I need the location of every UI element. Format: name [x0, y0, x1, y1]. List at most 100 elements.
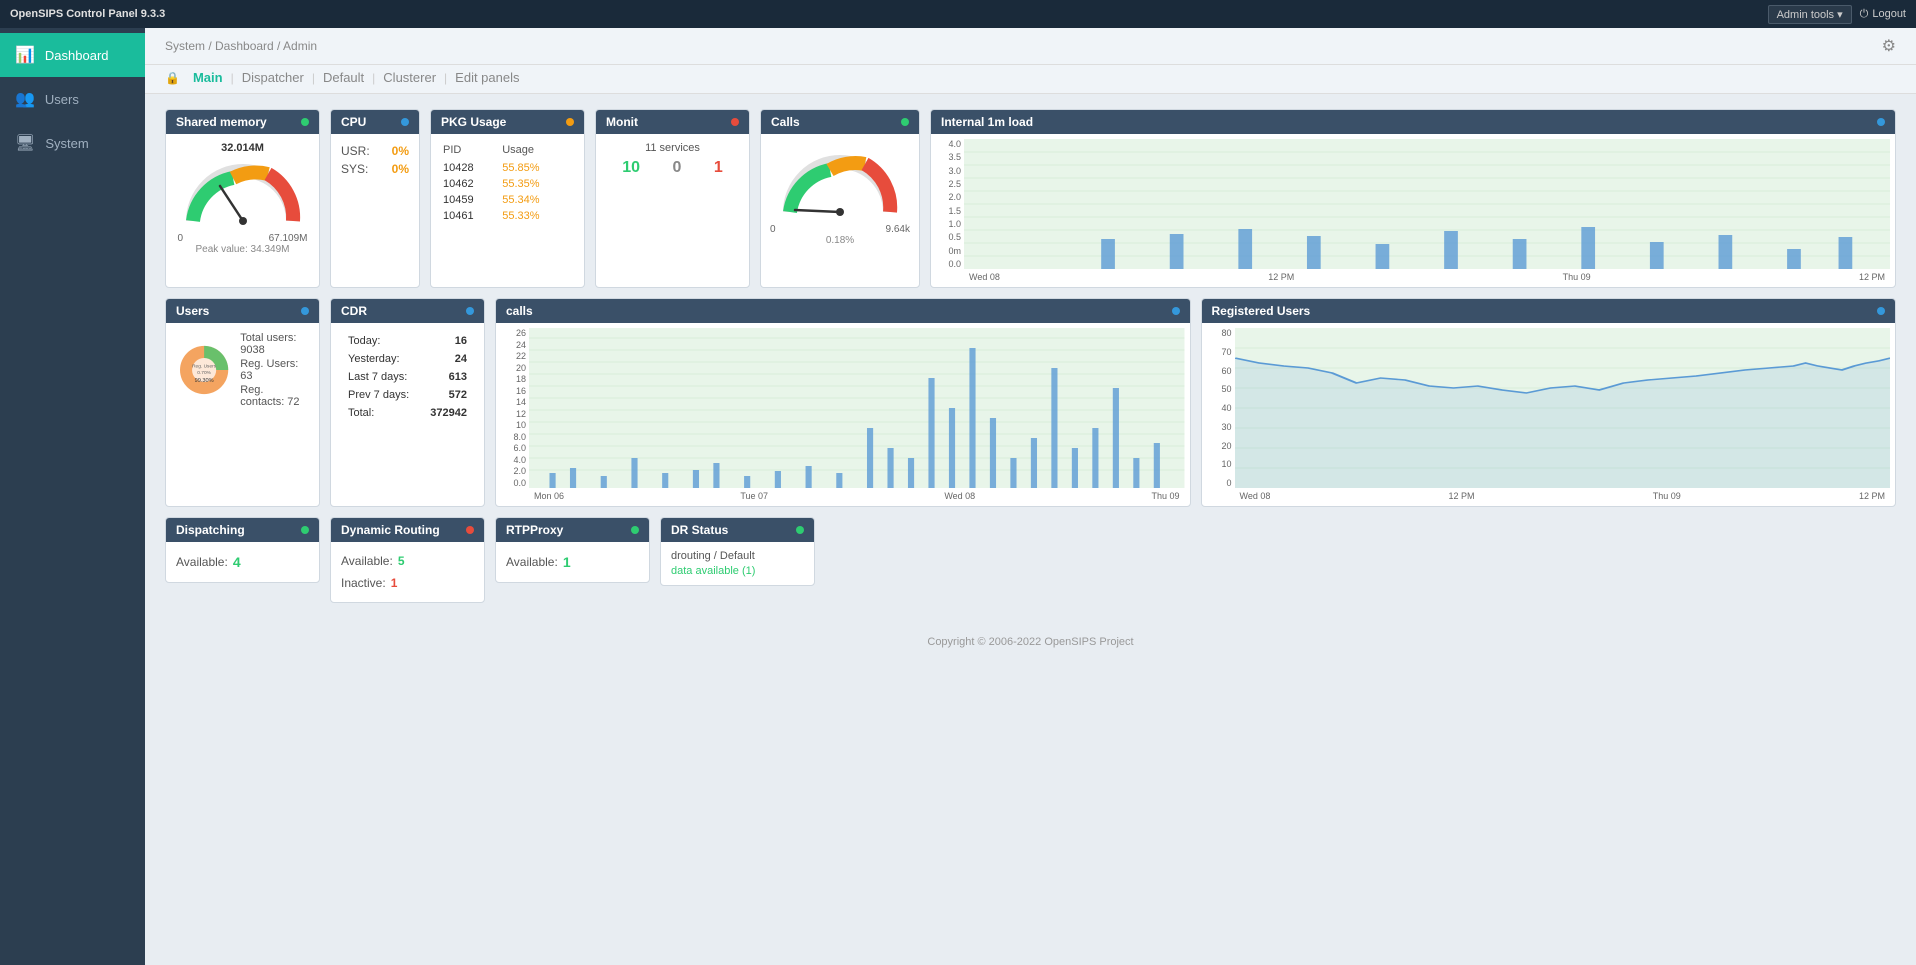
tab-clusterer[interactable]: Clusterer — [380, 70, 439, 85]
nav-tabs: 🔒 Main | Dispatcher | Default | Clustere… — [145, 65, 1916, 94]
cpu-sys-label: SYS: — [341, 162, 368, 176]
dispatching-header: Dispatching — [166, 518, 319, 542]
card-row-1: Shared memory 32.014M — [165, 109, 1896, 288]
pkg-usage-val: 55.85% — [502, 161, 572, 175]
cdr-value: 24 — [422, 351, 472, 367]
rtpproxy-available-label: Available: — [506, 555, 558, 569]
dispatching-available-val: 4 — [233, 554, 241, 570]
layout: 📊 Dashboard 👥 Users 🖥 System System / Da… — [0, 28, 1916, 965]
calls-status — [901, 118, 909, 126]
monit-header: Monit — [596, 110, 749, 134]
card-row-2: Users Reg. Users 0.70% — [165, 298, 1896, 507]
app-title: OpenSIPS Control Panel 9.3.3 — [10, 8, 165, 20]
cpu-title: CPU — [341, 115, 366, 129]
cdr-label: Prev 7 days: — [343, 387, 420, 403]
pkg-table: PID Usage 1042855.85%1046255.35%1045955.… — [441, 142, 574, 225]
users-header: Users — [166, 299, 319, 323]
dr-available-row: Available: 5 — [341, 550, 474, 572]
shared-memory-value: 32.014M — [221, 142, 264, 154]
sidebar-item-dashboard[interactable]: 📊 Dashboard — [0, 33, 145, 77]
cdr-label: Yesterday: — [343, 351, 420, 367]
reg-x-labels: Wed 08 12 PM Thu 09 12 PM — [1235, 491, 1891, 501]
footer: Copyright © 2006-2022 OpenSIPS Project — [145, 628, 1916, 656]
calls-chart-svg — [529, 328, 1185, 488]
monit-body: 11 services 10 0 1 — [596, 134, 749, 185]
admin-tools-button[interactable]: Admin tools ▾ — [1768, 5, 1852, 24]
gauge-svg — [178, 156, 308, 231]
tab-main[interactable]: Main — [190, 70, 226, 85]
dr-status-header: DR Status — [661, 518, 814, 542]
users-icon: 👥 — [15, 89, 35, 109]
cdr-row: Yesterday:24 — [343, 351, 472, 367]
rtpproxy-header: RTPProxy — [496, 518, 649, 542]
pkg-pid: 10461 — [443, 209, 500, 223]
pkg-usage-val: 55.33% — [502, 209, 572, 223]
tab-dispatcher[interactable]: Dispatcher — [239, 70, 307, 85]
load-chart-svg — [964, 139, 1890, 269]
gear-button[interactable]: ⚙ — [1882, 36, 1896, 56]
dynamic-routing-title: Dynamic Routing — [341, 523, 440, 537]
users-content: Reg. Users 0.70% 99.30% Total users: 903… — [176, 331, 309, 409]
shared-memory-title: Shared memory — [176, 115, 267, 129]
sidebar-item-system[interactable]: 🖥 System — [0, 121, 145, 165]
sidebar-item-users[interactable]: 👥 Users — [0, 77, 145, 121]
pkg-row: 1042855.85% — [443, 161, 572, 175]
cpu-body: USR: 0% SYS: 0% — [331, 134, 419, 186]
internal-load-status — [1877, 118, 1885, 126]
dashboard-icon: 📊 — [15, 45, 35, 65]
internal-load-card: Internal 1m load 4.0 3.5 3.0 2.5 2.0 1.5 — [930, 109, 1896, 288]
cdr-value: 372942 — [422, 405, 472, 421]
dr-data-available[interactable]: data available (1) — [671, 565, 804, 577]
pkg-header: PKG Usage — [431, 110, 584, 134]
dynamic-routing-body: Available: 5 Inactive: 1 — [331, 542, 484, 602]
cpu-usr-label: USR: — [341, 144, 370, 158]
calls-chart-content: 26 24 22 20 18 16 14 12 10 8.0 6.0 — [501, 328, 1185, 501]
load-y-labels: 4.0 3.5 3.0 2.5 2.0 1.5 1.0 0.5 0m 0.0 — [936, 139, 964, 269]
reg-y-labels: 80 70 60 50 40 30 20 10 0 — [1207, 328, 1235, 488]
monit-services: 11 services — [606, 142, 739, 154]
pkg-usage-val: 55.34% — [502, 193, 572, 207]
dynamic-routing-header: Dynamic Routing — [331, 518, 484, 542]
tab-edit-panels[interactable]: Edit panels — [452, 70, 522, 85]
sidebar-item-label: System — [45, 136, 88, 151]
tab-default[interactable]: Default — [320, 70, 367, 85]
cpu-card: CPU USR: 0% SYS: 0% — [330, 109, 420, 288]
dashboard-content: Shared memory 32.014M — [145, 94, 1916, 628]
calls-chart-title: calls — [506, 304, 533, 318]
logout-button[interactable]: ⏻ Logout — [1860, 8, 1906, 21]
gauge-peak: Peak value: 34.349M — [196, 244, 290, 255]
cdr-table: Today:16Yesterday:24Last 7 days:613Prev … — [341, 331, 474, 423]
registered-users-status — [1877, 307, 1885, 315]
monit-green-count: 10 — [622, 159, 640, 177]
cdr-body: Today:16Yesterday:24Last 7 days:613Prev … — [331, 323, 484, 431]
dr-status-card: DR Status drouting / Default data availa… — [660, 517, 815, 586]
pkg-row: 1045955.34% — [443, 193, 572, 207]
pkg-row: 1046155.33% — [443, 209, 572, 223]
topbar-right: Admin tools ▾ ⏻ Logout — [1768, 5, 1906, 24]
users-stats: Total users: 9038 Reg. Users: 63 Reg. co… — [240, 331, 309, 409]
calls-chart-header: calls — [496, 299, 1190, 323]
calls-chart-status — [1172, 307, 1180, 315]
dr-available-label: Available: — [341, 554, 393, 568]
reg-chart-wrapper: Wed 08 12 PM Thu 09 12 PM — [1235, 328, 1891, 501]
calls-gauge-header: Calls — [761, 110, 919, 134]
registered-users-header: Registered Users — [1202, 299, 1896, 323]
sidebar: 📊 Dashboard 👥 Users 🖥 System — [0, 28, 145, 965]
dr-inactive-val: 1 — [391, 576, 398, 590]
svg-text:0.70%: 0.70% — [197, 370, 211, 376]
calls-gauge-labels: 0 9.64k — [770, 224, 910, 235]
cdr-row: Total:372942 — [343, 405, 472, 421]
pkg-row: 1046255.35% — [443, 177, 572, 191]
pkg-usage-val: 55.35% — [502, 177, 572, 191]
calls-gauge-card: Calls — [760, 109, 920, 288]
pkg-pid: 10459 — [443, 193, 500, 207]
cdr-value: 572 — [422, 387, 472, 403]
cdr-header: CDR — [331, 299, 484, 323]
dr-status-body: drouting / Default data available (1) — [661, 542, 814, 585]
dispatching-title: Dispatching — [176, 523, 245, 537]
pkg-usage-card: PKG Usage PID Usage 104 — [430, 109, 585, 288]
gauge-labels: 0 67.109M — [178, 233, 308, 244]
dr-inactive-label: Inactive: — [341, 576, 386, 590]
svg-text:99.30%: 99.30% — [195, 378, 214, 384]
rtpproxy-body: Available: 1 — [496, 542, 649, 582]
